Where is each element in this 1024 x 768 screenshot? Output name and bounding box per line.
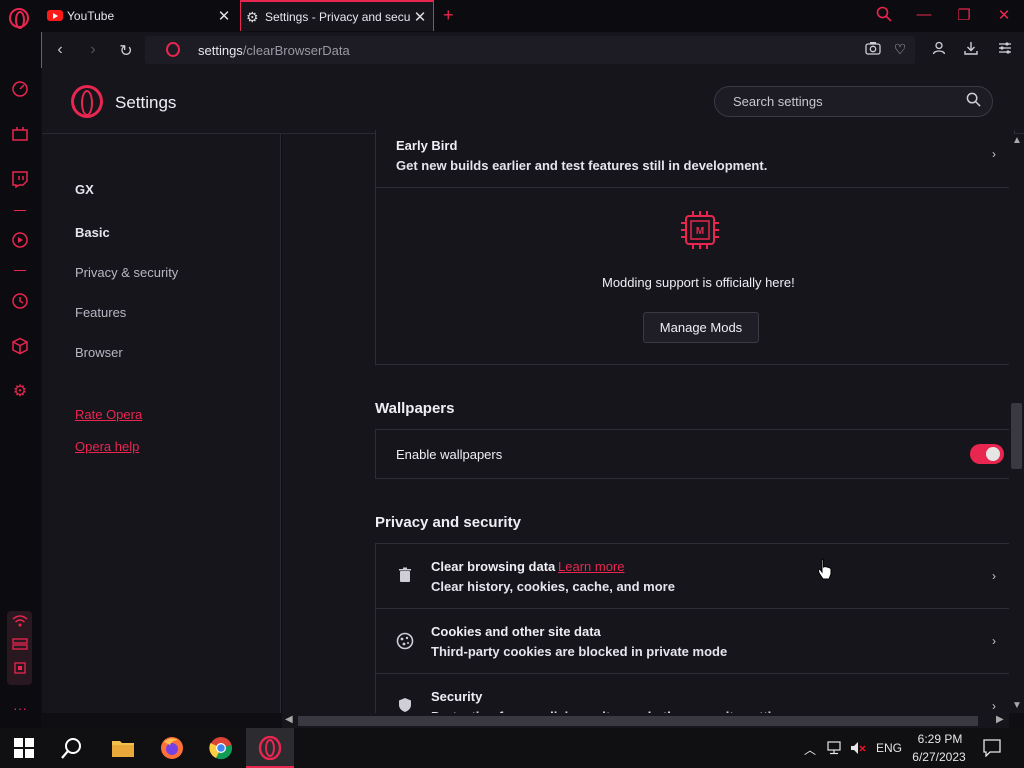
network-limiter-icon[interactable] bbox=[10, 614, 30, 634]
wallpapers-heading: Wallpapers bbox=[375, 400, 455, 417]
chevron-right-icon: › bbox=[992, 634, 996, 648]
mod-chip-icon: M bbox=[680, 210, 720, 255]
rate-opera-link[interactable]: Rate Opera bbox=[75, 407, 142, 422]
cookies-title: Cookies and other site data bbox=[431, 624, 601, 639]
extensions-cube-icon[interactable] bbox=[10, 337, 30, 357]
minimize-button[interactable]: — bbox=[914, 6, 934, 23]
opera-menu-icon[interactable] bbox=[9, 8, 29, 29]
tray-chevron-up-icon[interactable]: ︿ bbox=[804, 741, 816, 758]
nav-item-browser[interactable]: Browser bbox=[75, 345, 123, 360]
trash-icon bbox=[398, 567, 412, 588]
file-explorer-icon[interactable] bbox=[111, 737, 135, 761]
reload-button[interactable]: ↻ bbox=[117, 41, 135, 61]
chevron-right-icon: › bbox=[992, 147, 996, 161]
clock-time[interactable]: 6:29 PM bbox=[912, 732, 968, 746]
nav-item-features[interactable]: Features bbox=[75, 305, 126, 320]
maximize-button[interactable]: ❐ bbox=[954, 6, 974, 24]
close-icon[interactable]: ✕ bbox=[411, 8, 429, 26]
hand-cursor-icon bbox=[817, 558, 833, 585]
cookies-subtitle: Third-party cookies are blocked in priva… bbox=[431, 644, 728, 659]
opera-page-icon bbox=[166, 42, 180, 57]
scroll-up-arrow[interactable]: ▲ bbox=[1012, 135, 1022, 146]
tab-settings[interactable]: ⚙ Settings - Privacy and security ✕ bbox=[240, 0, 434, 31]
clock-date[interactable]: 6/27/2023 bbox=[908, 750, 970, 764]
url-text[interactable]: settings/clearBrowserData bbox=[198, 43, 350, 58]
youtube-icon bbox=[47, 10, 63, 21]
learn-more-link[interactable]: Learn more bbox=[558, 559, 624, 574]
clear-browsing-title: Clear browsing data bbox=[431, 559, 556, 574]
settings-nav bbox=[42, 134, 281, 713]
clear-browsing-row[interactable] bbox=[375, 543, 1015, 609]
opera-gx-icon[interactable] bbox=[258, 735, 282, 761]
wallpapers-toggle[interactable] bbox=[970, 444, 1004, 464]
cookie-icon bbox=[396, 632, 414, 655]
camera-icon[interactable] bbox=[864, 41, 882, 58]
privacy-heading: Privacy and security bbox=[375, 514, 521, 531]
svg-text:M: M bbox=[696, 226, 704, 237]
twitch-icon[interactable] bbox=[10, 170, 30, 190]
network-icon[interactable] bbox=[827, 741, 843, 760]
speed-dial-icon[interactable] bbox=[10, 80, 30, 100]
clear-browsing-subtitle: Clear history, cookies, cache, and more bbox=[431, 579, 675, 594]
account-icon[interactable] bbox=[930, 41, 948, 58]
opera-logo bbox=[71, 85, 103, 118]
tab-title: YouTube bbox=[67, 8, 115, 23]
volume-muted-icon[interactable] bbox=[850, 741, 866, 760]
page-title: Settings bbox=[115, 93, 177, 112]
opera-help-link[interactable]: Opera help bbox=[75, 439, 139, 454]
settings-gear-icon[interactable]: ⚙ bbox=[10, 382, 30, 402]
easy-setup-icon[interactable] bbox=[996, 41, 1014, 57]
cookies-row[interactable] bbox=[375, 608, 1015, 674]
sidebar-divider bbox=[14, 270, 26, 271]
firefox-icon[interactable] bbox=[160, 736, 184, 760]
mods-text: Modding support is officially here! bbox=[602, 275, 795, 290]
early-bird-title: Early Bird bbox=[396, 138, 458, 153]
more-icon[interactable]: ··· bbox=[10, 698, 30, 718]
language-indicator[interactable]: ENG bbox=[876, 741, 902, 755]
notifications-icon[interactable] bbox=[983, 739, 1001, 762]
chevron-right-icon: › bbox=[992, 569, 996, 583]
sidebar-divider bbox=[14, 210, 26, 211]
tab-title: Settings - Privacy and security bbox=[265, 9, 411, 24]
cpu-limiter-icon[interactable] bbox=[10, 660, 30, 680]
new-tab-button[interactable]: + bbox=[443, 5, 454, 26]
nav-item-privacy[interactable]: Privacy & security bbox=[75, 265, 178, 280]
url-host: settings bbox=[198, 43, 243, 58]
horizontal-scroll-thumb[interactable] bbox=[298, 716, 978, 726]
vertical-scroll-thumb[interactable] bbox=[1011, 403, 1022, 469]
taskbar bbox=[0, 728, 1024, 768]
early-bird-subtitle: Get new builds earlier and test features… bbox=[396, 158, 768, 173]
url-path: /clearBrowserData bbox=[242, 43, 350, 58]
scroll-right-arrow[interactable]: ▶ bbox=[996, 714, 1004, 725]
gear-icon: ⚙ bbox=[246, 8, 259, 25]
gx-control-icon[interactable] bbox=[10, 125, 30, 145]
nav-item-gx[interactable]: GX bbox=[75, 182, 94, 197]
chevron-right-icon: › bbox=[992, 699, 996, 713]
search-icon[interactable] bbox=[966, 92, 981, 107]
security-title: Security bbox=[431, 689, 483, 704]
windows-start-icon[interactable] bbox=[14, 738, 38, 762]
scroll-down-arrow[interactable]: ▼ bbox=[1012, 700, 1022, 711]
history-icon[interactable] bbox=[10, 292, 30, 312]
close-window-button[interactable]: ✕ bbox=[994, 6, 1014, 24]
back-button[interactable]: ‹ bbox=[51, 41, 69, 59]
search-tabs-icon[interactable] bbox=[874, 6, 894, 26]
chrome-icon[interactable] bbox=[209, 736, 233, 760]
player-icon[interactable] bbox=[10, 231, 30, 251]
search-placeholder: Search settings bbox=[733, 94, 823, 109]
scroll-left-arrow[interactable]: ◀ bbox=[285, 714, 293, 725]
download-icon[interactable] bbox=[962, 41, 980, 58]
ram-limiter-icon[interactable] bbox=[10, 637, 30, 657]
forward-button[interactable]: › bbox=[84, 41, 102, 59]
enable-wallpapers-label: Enable wallpapers bbox=[396, 447, 503, 462]
tab-youtube[interactable]: YouTube ✕ bbox=[41, 0, 237, 31]
close-icon[interactable]: ✕ bbox=[215, 7, 233, 25]
manage-mods-button[interactable]: Manage Mods bbox=[643, 312, 759, 343]
nav-item-basic[interactable]: Basic bbox=[75, 225, 110, 240]
heart-icon[interactable]: ♡ bbox=[891, 41, 909, 58]
search-icon[interactable] bbox=[61, 737, 85, 761]
